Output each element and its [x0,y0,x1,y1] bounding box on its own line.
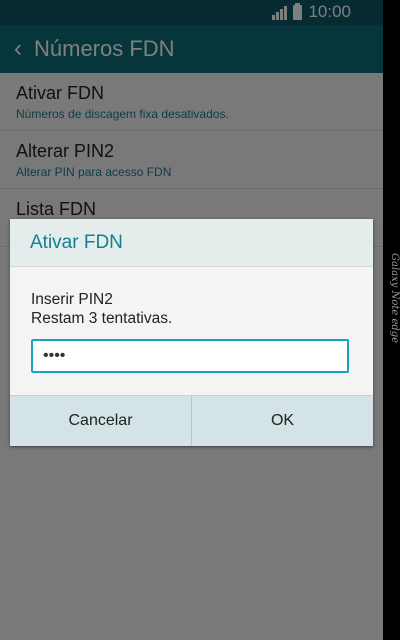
dialog-buttons: Cancelar OK [10,395,373,446]
dialog-message: Inserir PIN2 [31,291,113,308]
screen: 10:00 ‹ Números FDN Ativar FDN Números d… [0,0,383,640]
device-brand: Galaxy Note edge [389,253,400,344]
cancel-button[interactable]: Cancelar [10,396,191,446]
dialog-body: Inserir PIN2 Restam 3 tentativas. •••• [10,267,373,373]
dialog-attempts: Restam 3 tentativas. [31,310,173,327]
pin2-input[interactable]: •••• [31,339,349,373]
pin-dialog: Ativar FDN Inserir PIN2 Restam 3 tentati… [10,219,373,446]
dialog-title: Ativar FDN [10,219,373,267]
ok-button[interactable]: OK [191,396,373,446]
